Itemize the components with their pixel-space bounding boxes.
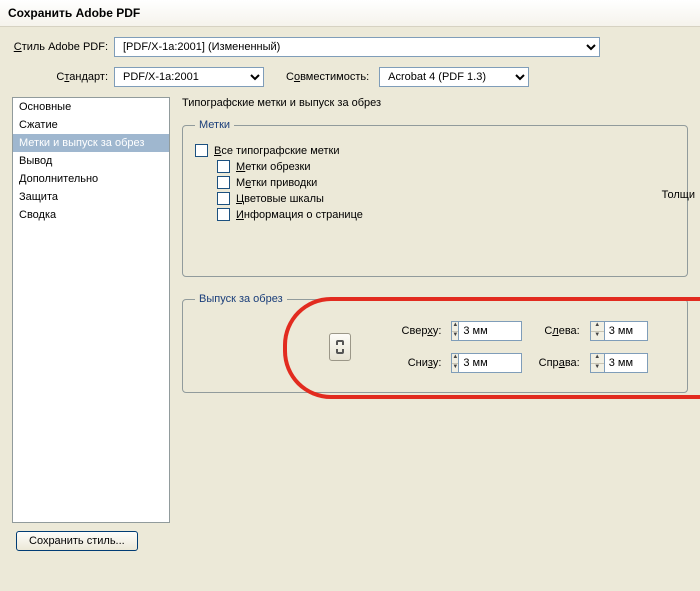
thickness-label: Толщи: [662, 189, 695, 201]
label-color-bars: Цветовые шкалы: [236, 193, 324, 205]
checkbox-trim-marks[interactable]: [217, 160, 230, 173]
sidebar-item-output[interactable]: Вывод: [13, 152, 169, 170]
bleed-legend: Выпуск за обрез: [195, 293, 287, 305]
checkbox-page-info[interactable]: [217, 208, 230, 221]
checkbox-reg-marks[interactable]: [217, 176, 230, 189]
spinner-buttons[interactable]: ▲ ▼: [451, 321, 458, 341]
bleed-group: Выпуск за обрез Сверху: ▲ ▼: [182, 293, 688, 393]
sidebar-item-marks-bleed[interactable]: Метки и выпуск за обрез: [13, 134, 169, 152]
bleed-left-label: Слева:: [511, 325, 579, 337]
standard-label: Стандарт:: [12, 71, 108, 83]
marks-group: Метки Все типографские метки Метки обрез…: [182, 119, 688, 277]
label-page-info: Информация о странице: [236, 209, 363, 221]
bleed-left-input[interactable]: [604, 321, 648, 341]
bleed-bottom-label: Снизу:: [374, 357, 441, 369]
label-all-marks: Все типографские метки: [214, 145, 340, 157]
settings-pane: Типографские метки и выпуск за обрез Мет…: [182, 97, 688, 523]
style-label: Стиль Adobe PDF:: [12, 41, 108, 53]
spinner-buttons[interactable]: ▲ ▼: [451, 353, 458, 373]
sidebar-item-compression[interactable]: Сжатие: [13, 116, 169, 134]
spinner-buttons[interactable]: ▲ ▼: [590, 321, 604, 341]
compat-select[interactable]: Acrobat 4 (PDF 1.3): [379, 67, 529, 87]
label-reg-marks: Метки приводки: [236, 177, 317, 189]
bleed-left-spinner[interactable]: ▲ ▼: [590, 321, 675, 341]
checkbox-all-marks[interactable]: [195, 144, 208, 157]
window-title: Сохранить Adobe PDF: [0, 0, 700, 27]
bleed-right-input[interactable]: [604, 353, 648, 373]
section-title: Типографские метки и выпуск за обрез: [182, 97, 688, 109]
checkbox-color-bars[interactable]: [217, 192, 230, 205]
standard-select[interactable]: PDF/X-1a:2001: [114, 67, 264, 87]
bleed-right-spinner[interactable]: ▲ ▼: [590, 353, 675, 373]
sidebar-item-summary[interactable]: Сводка: [13, 206, 169, 224]
spinner-down-icon[interactable]: ▼: [591, 332, 604, 341]
bleed-top-spinner[interactable]: ▲ ▼: [451, 321, 501, 341]
link-values-button[interactable]: [329, 333, 351, 361]
category-list[interactable]: Основные Сжатие Метки и выпуск за обрез …: [12, 97, 170, 523]
bleed-right-label: Справа:: [511, 357, 579, 369]
dialog-content: Стиль Adobe PDF: [PDF/X-1a:2001] (Измене…: [0, 27, 700, 561]
sidebar-item-advanced[interactable]: Дополнительно: [13, 170, 169, 188]
label-trim-marks: Метки обрезки: [236, 161, 311, 173]
link-icon: [335, 339, 345, 355]
compat-label: Совместимость:: [286, 71, 369, 83]
style-select[interactable]: [PDF/X-1a:2001] (Измененный): [114, 37, 600, 57]
save-style-button[interactable]: Сохранить стиль...: [16, 531, 138, 551]
sidebar-item-general[interactable]: Основные: [13, 98, 169, 116]
spinner-buttons[interactable]: ▲ ▼: [590, 353, 604, 373]
bleed-bottom-spinner[interactable]: ▲ ▼: [451, 353, 501, 373]
spinner-down-icon[interactable]: ▼: [591, 364, 604, 373]
bleed-top-label: Сверху:: [374, 325, 441, 337]
spinner-up-icon[interactable]: ▲: [591, 322, 604, 332]
sidebar-item-security[interactable]: Защита: [13, 188, 169, 206]
spinner-up-icon[interactable]: ▲: [591, 354, 604, 364]
marks-legend: Метки: [195, 119, 234, 131]
